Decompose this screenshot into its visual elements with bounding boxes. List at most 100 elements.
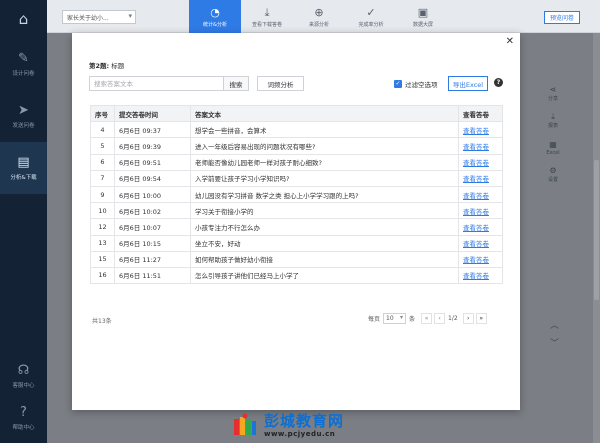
double-chevron-left-icon: « [424, 315, 429, 322]
view-answer-link[interactable]: 查看答卷 [458, 121, 503, 139]
view-answer-link[interactable]: 查看答卷 [458, 185, 503, 204]
monitor-icon: ▣ [417, 5, 429, 19]
submit-time: 6月6日 10:15 [114, 234, 191, 252]
submit-time: 6月6日 11:51 [114, 266, 191, 285]
row-number: 12 [90, 218, 115, 236]
submit-time: 6月6日 09:39 [114, 137, 191, 155]
chevron-up-icon[interactable]: ︿ [550, 318, 559, 331]
view-answer-link[interactable]: 查看答卷 [458, 218, 503, 236]
search-input[interactable] [89, 76, 224, 91]
chevron-down-icon: ▾ [128, 12, 132, 20]
row-number: 16 [90, 266, 115, 285]
tab-download[interactable]: ⤓ 查看下载答卷 [241, 0, 293, 33]
sidebar-item-service[interactable]: ☊ 客服中心 [0, 355, 47, 397]
submit-time: 6月6日 09:37 [114, 121, 191, 139]
table-row: 13 6月6日 10:15 坐立不安，好动 查看答卷 [90, 234, 503, 252]
tab-dashboard[interactable]: ▣ 数据大屏 [397, 0, 449, 33]
per-page-select[interactable]: 10 ▾ [383, 313, 407, 324]
sidebar-item-help[interactable]: ? 帮助中心 [0, 397, 47, 439]
tab-label: 查看下载答卷 [251, 21, 282, 28]
target-icon: ⊕ [314, 5, 324, 19]
sidebar-item-analysis[interactable]: ▤ 分析&下载 [0, 142, 47, 194]
submit-time: 6月6日 09:51 [114, 153, 191, 171]
view-answer-link[interactable]: 查看答卷 [458, 153, 503, 171]
answer-text: 老师能否像幼儿园老师一样对孩子耐心细致? [190, 153, 459, 171]
row-number: 4 [90, 121, 115, 139]
filter-empty-toggle[interactable]: ✓ 过滤空选项 [394, 79, 438, 89]
chart-icon: ▤ [17, 155, 30, 170]
help-icon: ? [20, 405, 27, 420]
page-info: 1/2 [448, 315, 458, 322]
answer-text: 进入一年级后容易出现的问题状况有哪些? [190, 137, 459, 155]
sidebar-item-send[interactable]: ➤ 发送问卷 [0, 90, 47, 142]
first-page-button[interactable]: « [421, 313, 433, 324]
tab-source[interactable]: ⊕ 来源分析 [293, 0, 345, 33]
column-header: 查看答卷 [458, 104, 503, 123]
tab-completion[interactable]: ✓ 完成率分析 [345, 0, 397, 33]
answer-text: 小孩专注力不行怎么办 [190, 218, 459, 236]
view-answer-link[interactable]: 查看答卷 [458, 137, 503, 155]
view-answer-link[interactable]: 查看答卷 [458, 234, 503, 252]
row-number: 9 [90, 185, 115, 204]
settings-button[interactable]: ⚙ 设置 [540, 161, 566, 188]
prev-page-button[interactable]: ‹ [434, 313, 446, 324]
submit-time: 6月6日 11:27 [114, 250, 191, 268]
question-title: 第2题: 标题 [89, 60, 124, 70]
tab-label: 数据大屏 [412, 21, 433, 28]
filter-label: 过滤空选项 [405, 81, 438, 89]
table-row: 15 6月6日 11:27 如何帮助孩子做好幼小衔接 查看答卷 [90, 250, 503, 268]
tab-statistics[interactable]: ◔ 统计&分析 [189, 0, 241, 33]
book-logo-icon [232, 413, 258, 439]
row-number: 5 [90, 137, 115, 155]
help-icon[interactable]: ? [494, 78, 503, 87]
last-page-button[interactable]: » [475, 313, 487, 324]
sidebar-item-label: 发送问卷 [12, 123, 35, 129]
close-icon[interactable]: ✕ [506, 36, 514, 47]
headset-icon: ☊ [17, 363, 30, 378]
next-page-button[interactable]: › [462, 313, 474, 324]
tool-label: 设置 [547, 177, 558, 183]
answer-text: 想学会一些拼音，会算术 [190, 121, 459, 139]
table-row: 4 6月6日 09:37 想学会一些拼音，会算术 查看答卷 [90, 121, 503, 139]
submit-time: 6月6日 10:00 [114, 185, 191, 204]
search-button[interactable]: 搜索 [224, 76, 249, 91]
top-bar: 家长关于幼小... ▾ ◔ 统计&分析 ⤓ 查看下载答卷 ⊕ 来源分析 ✓ 完成… [47, 0, 600, 33]
checkbox-checked-icon[interactable]: ✓ [394, 80, 402, 88]
excel-button[interactable]: ▦ Excel [540, 134, 566, 161]
report-button[interactable]: ⤓ 报表 [540, 107, 566, 134]
scrollbar-thumb[interactable] [594, 160, 599, 300]
share-button[interactable]: ⋖ 分享 [540, 80, 566, 107]
view-answer-link[interactable]: 查看答卷 [458, 169, 503, 187]
chevron-down-icon[interactable]: ﹀ [550, 336, 559, 349]
survey-select[interactable]: 家长关于幼小... ▾ [62, 10, 136, 24]
top-tabs: ◔ 统计&分析 ⤓ 查看下载答卷 ⊕ 来源分析 ✓ 完成率分析 ▣ 数据大屏 [189, 0, 449, 33]
tab-label: 完成率分析 [358, 21, 384, 28]
tab-label: 来源分析 [308, 21, 329, 28]
export-excel-button[interactable]: 导出Excel [448, 76, 488, 91]
view-answer-link[interactable]: 查看答卷 [458, 250, 503, 268]
share-icon: ⋖ [549, 85, 557, 94]
tool-label: 报表 [547, 123, 558, 129]
table-row: 7 6月6日 09:54 入学前要让孩子学习小学知识吗? 查看答卷 [90, 169, 503, 187]
row-number: 6 [90, 153, 115, 171]
send-plane-icon: ➤ [18, 103, 29, 118]
table-row: 5 6月6日 09:39 进入一年级后容易出现的问题状况有哪些? 查看答卷 [90, 137, 503, 155]
home-icon[interactable]: ⌂ [0, 0, 47, 38]
word-frequency-button[interactable]: 词频分析 [257, 76, 304, 91]
table-row: 16 6月6日 11:51 怎么引导孩子讲他们已经马上小学了 查看答卷 [90, 266, 503, 285]
answer-text: 如何帮助孩子做好幼小衔接 [190, 250, 459, 268]
question-label: 第2题: [89, 62, 110, 70]
sidebar-item-design[interactable]: ✎ 设计问卷 [0, 38, 47, 90]
sidebar-item-label: 设计问卷 [12, 71, 35, 77]
sidebar-item-label: 帮助中心 [12, 425, 35, 431]
preview-button[interactable]: 预览问卷 [543, 11, 580, 24]
table-row: 12 6月6日 10:07 小孩专注力不行怎么办 查看答卷 [90, 218, 503, 236]
row-number: 15 [90, 250, 115, 268]
view-answer-link[interactable]: 查看答卷 [458, 266, 503, 285]
answer-text: 坐立不安，好动 [190, 234, 459, 252]
row-number: 10 [90, 202, 115, 220]
pie-chart-icon: ◔ [210, 5, 220, 19]
sidebar: ⌂ ✎ 设计问卷 ➤ 发送问卷 ▤ 分析&下载 ☊ 客服中心 ? 帮助中心 [0, 0, 47, 443]
view-answer-link[interactable]: 查看答卷 [458, 202, 503, 220]
sidebar-item-label: 客服中心 [12, 383, 35, 389]
